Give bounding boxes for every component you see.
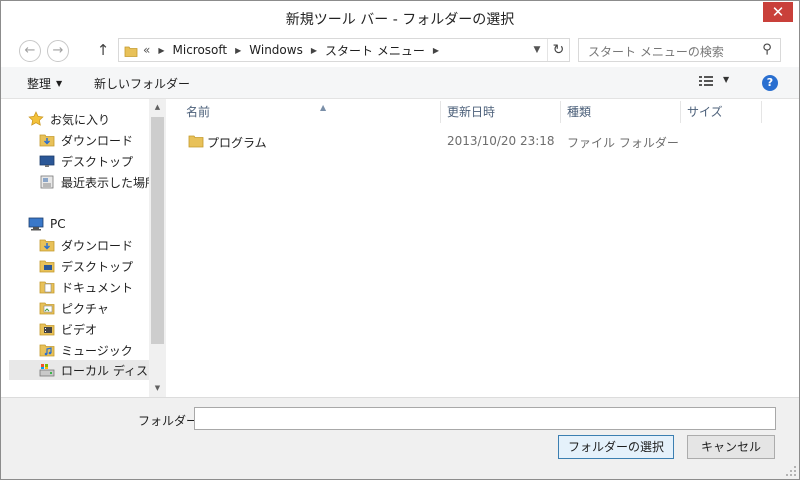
sidebar-item-label: ローカル ディスク (C [61, 363, 149, 378]
sidebar-scrollbar[interactable]: ▲ ▼ [149, 99, 166, 397]
sidebar-item-label: PC [50, 217, 66, 231]
sidebar-item-desktop[interactable]: デスクトップ [39, 256, 133, 276]
up-button[interactable]: ↑ [95, 40, 111, 60]
scrollbar-thumb[interactable] [151, 117, 164, 344]
breadcrumb-item[interactable]: Microsoft [173, 43, 228, 57]
download-folder-icon [39, 237, 55, 253]
sidebar-item-favorite-downloads[interactable]: ダウンロード [39, 130, 133, 150]
select-folder-button[interactable]: フォルダーの選択 [558, 435, 674, 459]
sidebar-item-music[interactable]: ミュージック [39, 340, 133, 360]
sidebar-item-favorite-desktop[interactable]: デスクトップ [39, 151, 133, 171]
column-divider[interactable] [761, 101, 762, 123]
file-list: ▲ 名前 更新日時 種類 サイズ プログラム 2013/10/20 23:18 … [166, 99, 799, 397]
file-type: ファイル フォルダー [567, 136, 679, 150]
sidebar-item-local-disk[interactable]: ローカル ディスク (C [9, 360, 149, 380]
close-button[interactable]: ✕ [763, 2, 793, 22]
sidebar-item-documents[interactable]: ドキュメント [39, 277, 133, 297]
sidebar-item-label: ピクチャ [61, 301, 109, 316]
sidebar-item-label: ビデオ [61, 322, 98, 337]
column-header-size[interactable]: サイズ [681, 99, 761, 125]
folder-field[interactable] [194, 407, 776, 430]
chevron-right-icon[interactable]: ▶ [235, 46, 241, 55]
sidebar-item-label: ドキュメント [61, 280, 134, 295]
breadcrumb-item[interactable]: Windows [249, 43, 303, 57]
back-button[interactable]: ← [19, 40, 41, 62]
sidebar-item-downloads[interactable]: ダウンロード [39, 235, 133, 255]
download-folder-icon [39, 132, 55, 148]
computer-icon [28, 216, 44, 232]
file-name: プログラム [207, 136, 267, 150]
column-header-modified[interactable]: 更新日時 [441, 99, 561, 125]
navigation-bar: ← → ↑ « ▶ Microsoft ▶ Windows ▶ スタート メニュ… [1, 33, 799, 67]
sidebar-item-label: デスクトップ [61, 259, 134, 274]
forward-button[interactable]: → [47, 40, 69, 62]
sort-ascending-icon: ▲ [320, 103, 327, 112]
sidebar-item-label: ダウンロード [61, 238, 134, 253]
title-bar: 新規ツール バー - フォルダーの選択 ✕ [1, 1, 799, 33]
folder-picker-dialog: 新規ツール バー - フォルダーの選択 ✕ ← → ↑ « ▶ Microsof… [0, 0, 800, 480]
cancel-button[interactable]: キャンセル [687, 435, 775, 459]
pictures-folder-icon [39, 300, 55, 316]
scroll-up-icon[interactable]: ▲ [149, 99, 166, 116]
help-icon[interactable]: ? [762, 75, 778, 91]
breadcrumb-item[interactable]: スタート メニュー [325, 42, 425, 59]
star-icon [28, 111, 44, 127]
folder-label: フォルダー: [138, 414, 203, 428]
scroll-down-icon[interactable]: ▼ [149, 380, 166, 397]
documents-folder-icon [39, 279, 55, 295]
folder-icon [124, 44, 138, 57]
chevron-right-icon[interactable]: ▶ [158, 46, 164, 55]
content-area: お気に入り ダウンロード デスクトップ 最近表示した場所 PC ダウンロード デ… [1, 99, 799, 397]
sidebar-item-pictures[interactable]: ピクチャ [39, 298, 109, 318]
local-disk-icon [39, 362, 55, 378]
chevron-right-icon[interactable]: ▶ [433, 46, 439, 55]
dialog-footer: フォルダー: フォルダーの選択 キャンセル [1, 397, 799, 479]
column-header-type[interactable]: 種類 [561, 99, 681, 125]
sidebar-item-pc[interactable]: PC [28, 214, 66, 234]
sidebar-item-label: 最近表示した場所 [61, 175, 149, 190]
sidebar-item-label: お気に入り [50, 112, 111, 127]
resize-grip[interactable] [785, 465, 797, 477]
sidebar-item-label: ミュージック [61, 343, 133, 358]
search-placeholder: スタート メニューの検索 [588, 45, 724, 59]
address-bar[interactable]: « ▶ Microsoft ▶ Windows ▶ スタート メニュー ▶ ▼ … [118, 38, 570, 62]
sidebar-item-recent-places[interactable]: 最近表示した場所 [39, 172, 149, 192]
folder-icon [188, 133, 204, 149]
search-input[interactable]: スタート メニューの検索 ⚲ [578, 38, 781, 62]
desktop-icon [39, 153, 55, 169]
table-row[interactable]: プログラム 2013/10/20 23:18 ファイル フォルダー [166, 131, 799, 153]
new-folder-button[interactable]: 新しいフォルダー [94, 75, 190, 92]
address-history-dropdown[interactable]: ▼ [529, 39, 545, 61]
chevron-down-icon: ▼ [56, 79, 63, 88]
music-folder-icon [39, 342, 55, 358]
file-modified: 2013/10/20 23:18 [447, 134, 555, 148]
column-header-name[interactable]: ▲ 名前 [180, 99, 440, 125]
chevron-down-icon[interactable]: ▼ [723, 75, 729, 84]
sidebar-item-favorites[interactable]: お気に入り [28, 109, 110, 129]
sidebar-item-videos[interactable]: ビデオ [39, 319, 97, 339]
navigation-pane: お気に入り ダウンロード デスクトップ 最近表示した場所 PC ダウンロード デ… [1, 99, 149, 397]
refresh-button[interactable]: ↻ [547, 39, 569, 61]
videos-folder-icon [39, 321, 55, 337]
breadcrumb-overflow[interactable]: « [143, 43, 150, 57]
organize-menu[interactable]: 整理 ▼ [27, 75, 62, 92]
sidebar-item-label: ダウンロード [61, 133, 134, 148]
command-bar: 整理 ▼ 新しいフォルダー ▼ ? [1, 67, 799, 99]
window-title: 新規ツール バー - フォルダーの選択 [285, 12, 515, 28]
sidebar-item-label: デスクトップ [61, 154, 134, 169]
chevron-right-icon[interactable]: ▶ [311, 46, 317, 55]
desktop-folder-icon [39, 258, 55, 274]
view-options-icon[interactable] [699, 76, 713, 89]
recent-places-icon [39, 174, 55, 190]
search-icon[interactable]: ⚲ [758, 41, 776, 59]
